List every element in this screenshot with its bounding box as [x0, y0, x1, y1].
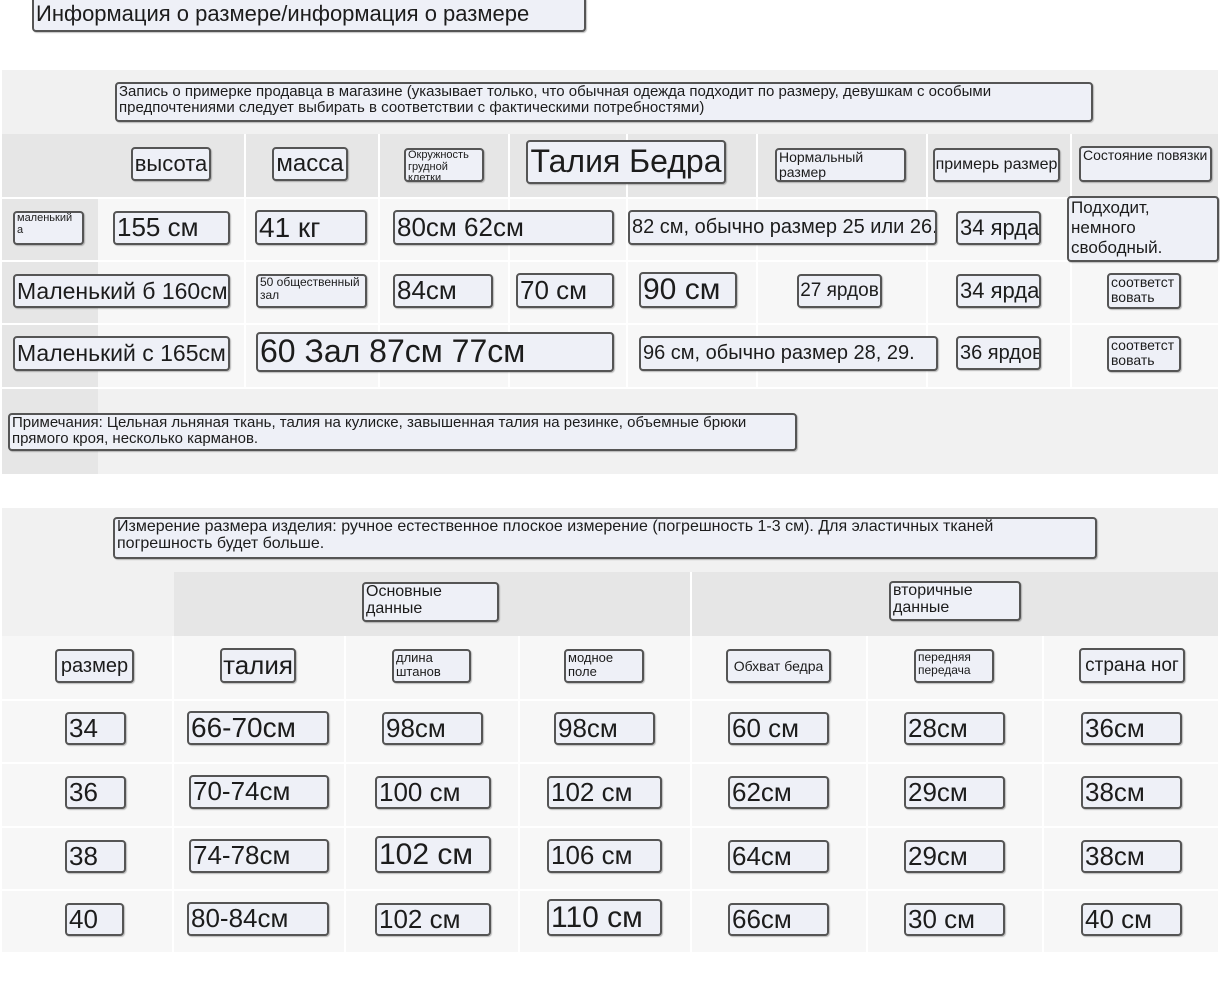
row-divider — [2, 699, 1218, 701]
group-secondary-data: вторичные данные — [889, 581, 1021, 621]
header-fit-state: Состояние повязки — [1079, 146, 1212, 182]
fitting-hip-normal-c: 96 см, обычно размер 28, 29. — [639, 336, 938, 371]
product-leg-40: 40 см — [1081, 903, 1182, 936]
row-divider — [2, 323, 1218, 325]
group-basic-data: Основные данные — [362, 582, 499, 622]
header-waist-hip: Талия Бедра — [526, 140, 726, 184]
product-waist-36: 70-74см — [189, 775, 329, 809]
product-rise-40: 30 см — [904, 903, 1005, 936]
header-hip: модное поле — [564, 649, 644, 683]
column-divider — [1042, 636, 1044, 952]
product-waist-34: 66-70см — [187, 711, 329, 745]
header-weight: масса — [272, 147, 348, 181]
header-thigh: Обхват бедра — [726, 649, 831, 683]
column-divider — [518, 636, 520, 952]
fitting-caption: Запись о примерке продавца в магазине (у… — [115, 82, 1093, 122]
fitting-height-a: 155 см — [113, 211, 230, 245]
product-size-40: 40 — [65, 903, 124, 936]
fitting-state-b: соответствовать — [1107, 273, 1181, 309]
fitting-weight-chest-waist-c: 60 Зал 87см 77см — [256, 332, 614, 372]
product-rise-38: 29см — [904, 840, 1005, 873]
product-length-38: 102 см — [375, 836, 491, 873]
product-thigh-36: 62см — [728, 776, 829, 809]
fitting-chest-waist-a: 80см 62см — [393, 210, 614, 245]
column-divider — [690, 572, 692, 636]
product-leg-38: 38см — [1081, 840, 1182, 873]
product-hip-38: 106 см — [547, 839, 662, 873]
fitting-state-a: Подходит, немного свободный. — [1067, 196, 1219, 262]
header-waist: талия — [220, 648, 296, 683]
product-size-34: 34 — [65, 712, 126, 745]
product-group-corner — [2, 572, 174, 636]
product-waist-38: 74-78см — [189, 839, 329, 873]
row-divider — [2, 387, 1218, 389]
product-hip-36: 102 см — [547, 776, 662, 809]
fitting-model-c: Маленький с 165см — [13, 336, 230, 371]
header-size: размер — [55, 649, 134, 683]
product-thigh-40: 66см — [728, 903, 829, 936]
product-hip-34: 98см — [554, 712, 655, 745]
header-pants-length: длина штанов — [392, 649, 471, 683]
product-length-34: 98см — [382, 712, 483, 745]
product-thigh-34: 60 см — [728, 712, 829, 745]
row-divider — [2, 197, 1218, 199]
fitting-model-a: маленький а — [13, 211, 84, 245]
fitting-weight-b: 50 общественный зал — [256, 274, 367, 308]
fitting-chest-b: 84см — [393, 274, 493, 308]
fitting-note: Примечания: Цельная льняная ткань, талия… — [8, 413, 797, 451]
column-divider — [172, 636, 174, 952]
header-leg-opening: страна ног — [1079, 648, 1185, 683]
fitting-normal-b: 27 ярдов — [797, 274, 882, 308]
product-rise-36: 29см — [904, 776, 1005, 809]
row-divider — [2, 826, 1218, 828]
column-divider — [344, 636, 346, 952]
product-group-band — [174, 572, 1218, 636]
fitting-hip-b: 90 см — [639, 272, 737, 308]
product-size-36: 36 — [65, 776, 126, 809]
product-caption: Измерение размера изделия: ручное естест… — [113, 517, 1097, 559]
header-try-size: примерь размер — [933, 148, 1060, 182]
column-divider — [244, 134, 246, 388]
column-divider — [690, 636, 692, 952]
product-thigh-38: 64см — [728, 840, 829, 873]
row-divider — [2, 260, 1218, 262]
header-normal-size: Нормальный размер — [775, 148, 906, 182]
fitting-try-a: 34 ярда — [956, 211, 1041, 245]
product-size-38: 38 — [65, 840, 126, 873]
product-waist-40: 80-84см — [187, 902, 329, 936]
header-front-rise: передняя передача — [914, 649, 994, 683]
product-length-40: 102 см — [375, 903, 491, 936]
fitting-model-b: Маленький б 160см — [13, 274, 230, 308]
row-divider — [2, 889, 1218, 891]
fitting-waist-b: 70 см — [516, 273, 614, 308]
product-leg-34: 36см — [1081, 712, 1182, 745]
column-divider — [866, 636, 868, 952]
product-leg-36: 38см — [1081, 776, 1182, 809]
fitting-try-c: 36 ярдов — [956, 336, 1041, 370]
header-chest: Окружность грудной клетки — [404, 148, 484, 182]
row-divider — [2, 762, 1218, 764]
fitting-hip-normal-a: 82 см, обычно размер 25 или 26. — [628, 210, 937, 245]
page-title: Информация о размере/информация о размер… — [32, 0, 586, 32]
fitting-weight-a: 41 кг — [255, 210, 367, 245]
header-height: высота — [131, 147, 211, 181]
fitting-state-c: соответствовать — [1107, 336, 1181, 372]
product-length-36: 100 см — [375, 776, 491, 809]
product-rise-34: 28см — [904, 712, 1005, 745]
product-hip-40: 110 см — [547, 899, 662, 936]
fitting-try-b: 34 ярда — [956, 274, 1041, 308]
